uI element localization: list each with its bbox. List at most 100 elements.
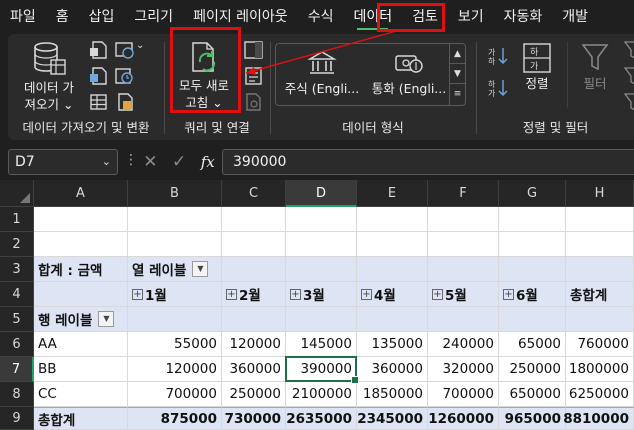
currency-data-type[interactable]: 통화 (Engli... [368,50,450,97]
value-cell[interactable]: 65000 [499,332,566,357]
value-cell[interactable]: 250000 [499,357,566,382]
row-header-6[interactable]: 6 [0,332,34,357]
row-filter-dropdown-icon[interactable]: ▼ [98,311,115,327]
pivot-column-labels[interactable]: 열 레이블 ▼ [128,257,222,282]
total-value-cell[interactable]: 730000 [222,407,286,430]
cell[interactable] [566,257,634,282]
gallery-down-button[interactable]: ▼ [450,64,465,84]
pivot-row-labels[interactable]: 행 레이블 ▼ [34,307,128,332]
queries-connections-icon[interactable] [243,40,265,60]
month-header[interactable]: +4월 [357,282,428,307]
value-cell[interactable]: 55000 [128,332,222,357]
cell[interactable] [499,207,566,232]
cell[interactable] [566,207,634,232]
tab-view[interactable]: 보기 [448,0,494,34]
clear-filter-icon[interactable] [623,40,634,60]
grand-total-header[interactable]: 총합계 [566,282,634,307]
value-cell[interactable]: 1800000 [566,357,634,382]
month-header[interactable]: +1월 [128,282,222,307]
column-header-a[interactable]: A [34,180,128,207]
column-header-c[interactable]: C [222,180,286,207]
column-header-g[interactable]: G [499,180,566,207]
row-header-2[interactable]: 2 [0,232,34,257]
chevron-down-icon[interactable]: ⌄ [102,150,111,174]
value-cell[interactable]: 120000 [128,357,222,382]
column-header-h[interactable]: H [566,180,634,207]
expand-icon[interactable]: + [132,288,143,300]
expand-icon[interactable]: + [503,288,514,300]
value-cell[interactable]: 145000 [286,332,357,357]
cell[interactable] [566,307,634,332]
cancel-icon[interactable]: ✕ [143,152,157,172]
cell[interactable] [222,207,286,232]
value-cell[interactable]: 240000 [428,332,499,357]
cell[interactable] [499,307,566,332]
value-cell[interactable]: 120000 [222,332,286,357]
cell[interactable] [286,307,357,332]
tab-formulas[interactable]: 수식 [298,0,344,34]
cell[interactable] [222,257,286,282]
cell[interactable] [222,307,286,332]
existing-connections-icon[interactable] [114,92,136,112]
advanced-filter-icon[interactable] [623,92,634,112]
tab-developer[interactable]: 개발 [552,0,598,34]
row-header-9[interactable]: 9 [0,407,34,430]
cell[interactable] [286,257,357,282]
row-header-3[interactable]: 3 [0,257,34,282]
properties-icon[interactable] [243,66,265,86]
cell[interactable] [286,232,357,257]
sort-descending-icon[interactable]: 하가 [487,78,509,98]
month-header[interactable]: +3월 [286,282,357,307]
cell[interactable] [428,307,499,332]
expand-icon[interactable]: + [290,288,301,300]
sort-ascending-icon[interactable]: 가하 [487,46,509,66]
sort-button[interactable]: 하 가 정렬 [517,42,557,92]
expand-icon[interactable]: + [361,288,372,300]
row-header-7[interactable]: 7 [0,357,34,382]
enter-icon[interactable]: ✓ [172,152,186,172]
value-cell[interactable]: 360000 [222,357,286,382]
cell[interactable] [357,257,428,282]
name-box[interactable]: D7 ⌄ [8,149,118,175]
cell[interactable] [357,207,428,232]
cell[interactable] [34,232,128,257]
total-row-label[interactable]: 총합계 [34,407,128,430]
value-cell[interactable]: 360000 [357,357,428,382]
value-cell[interactable]: 6250000 [566,382,634,407]
total-value-cell[interactable]: 875000 [128,407,222,430]
select-all-button[interactable] [0,180,34,207]
value-cell[interactable]: 760000 [566,332,634,357]
row-header-1[interactable]: 1 [0,207,34,232]
gallery-more-button[interactable]: ≡ [450,84,465,104]
gallery-up-button[interactable]: ▲ [450,44,465,64]
from-table-icon[interactable] [88,66,110,86]
from-text-icon[interactable] [88,40,110,60]
reapply-filter-icon[interactable] [623,66,634,86]
cell[interactable] [128,307,222,332]
column-header-e[interactable]: E [357,180,428,207]
get-data-button[interactable]: 데이터 가 져오기 ⌄ [18,40,80,113]
insert-function-icon[interactable]: fx [201,153,215,171]
from-web-dropdown-icon[interactable]: ⌄ [136,40,144,51]
tab-home[interactable]: 홈 [46,0,79,34]
edit-links-icon[interactable] [243,92,265,112]
from-web-icon[interactable] [114,40,136,60]
expand-icon[interactable]: + [226,288,237,300]
stocks-data-type[interactable]: 주식 (Engli... [280,50,364,97]
filter-button[interactable]: 필터 [575,42,615,92]
pivot-sum-label[interactable]: 합계 : 금액 [34,257,128,282]
cell[interactable] [34,282,128,307]
cell[interactable] [357,232,428,257]
row-label[interactable]: CC [34,382,128,407]
month-header[interactable]: +5월 [428,282,499,307]
column-filter-dropdown-icon[interactable]: ▼ [192,261,209,277]
total-value-cell[interactable]: 8810000 [563,407,634,430]
formula-input[interactable]: 390000 [222,149,634,175]
row-header-8[interactable]: 8 [0,382,34,407]
cell[interactable] [428,257,499,282]
cell[interactable] [222,232,286,257]
cell[interactable] [34,207,128,232]
cell[interactable] [428,207,499,232]
table-range-icon[interactable] [88,92,110,112]
row-label[interactable]: BB [34,357,128,382]
